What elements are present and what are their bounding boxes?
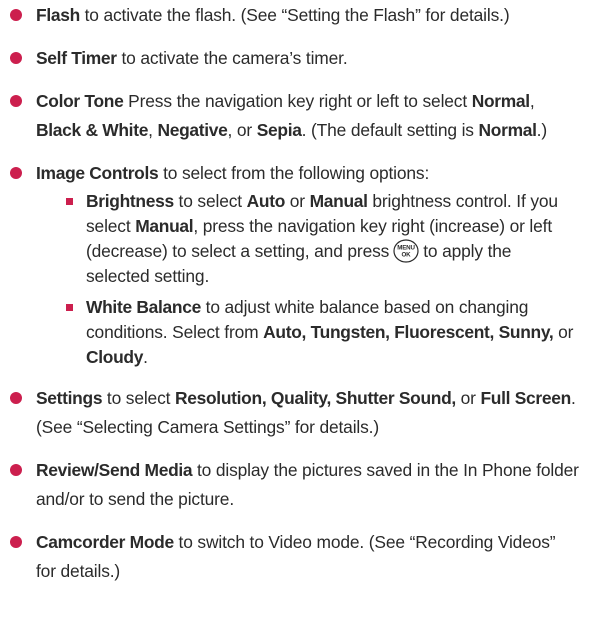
text-fragment: .) — [536, 120, 547, 140]
text-fragment: , — [529, 91, 535, 111]
list-item-color-tone: Color Tone Press the navigation key righ… — [10, 87, 579, 145]
text-fragment: or — [455, 388, 481, 408]
bullet-dot — [10, 167, 22, 179]
default-option-normal: Normal — [478, 120, 537, 140]
sublist-item-brightness: Brightness to select Auto or Manual brig… — [36, 189, 579, 289]
bullet-dot — [10, 536, 22, 548]
menu-ok-key-icon: MENU OK — [393, 239, 419, 263]
bullet-dot — [10, 95, 22, 107]
description-image-controls: to select from the following options: — [158, 163, 430, 183]
option-negative: Negative — [157, 120, 228, 140]
option-auto: Auto — [246, 191, 286, 211]
camera-options-list: Flash to activate the flash. (See “Setti… — [10, 1, 579, 586]
text-fragment: or — [285, 191, 310, 211]
text-fragment: to select — [102, 388, 175, 408]
term-camcorder-mode: Camcorder Mode — [36, 532, 174, 552]
text-fragment: to select — [173, 191, 247, 211]
list-item-self-timer: Self Timer to activate the camera’s time… — [10, 44, 579, 73]
options-white-balance: Auto, Tungsten, Fluorescent, Sunny, — [263, 322, 554, 342]
term-brightness: Brightness — [86, 191, 174, 211]
term-settings: Settings — [36, 388, 103, 408]
bullet-square — [66, 304, 73, 311]
option-black-white: Black & White — [36, 120, 149, 140]
term-image-controls: Image Controls — [36, 163, 159, 183]
term-review-send-media: Review/Send Media — [36, 460, 193, 480]
svg-text:MENU: MENU — [397, 245, 415, 252]
option-normal: Normal — [471, 91, 530, 111]
description-flash: to activate the flash. (See “Setting the… — [79, 5, 510, 25]
option-full-screen: Full Screen — [480, 388, 571, 408]
bullet-dot — [10, 464, 22, 476]
sublist-item-white-balance: White Balance to adjust white balance ba… — [36, 295, 579, 370]
manual-page: Flash to activate the flash. (See “Setti… — [0, 0, 589, 586]
bullet-dot — [10, 392, 22, 404]
option-sepia: Sepia — [256, 120, 302, 140]
option-cloudy: Cloudy — [86, 347, 144, 367]
text-fragment: . — [143, 347, 148, 367]
options-settings: Resolution, Quality, Shutter Sound, — [174, 388, 456, 408]
list-item-review-send-media: Review/Send Media to display the picture… — [10, 456, 579, 514]
list-item-camcorder-mode: Camcorder Mode to switch to Video mode. … — [10, 528, 579, 586]
term-white-balance: White Balance — [86, 297, 201, 317]
list-item-flash: Flash to activate the flash. (See “Setti… — [10, 1, 579, 30]
image-controls-sublist: Brightness to select Auto or Manual brig… — [36, 189, 579, 370]
text-fragment: Press the navigation key right or left t… — [123, 91, 472, 111]
bullet-dot — [10, 9, 22, 21]
text-fragment: or — [553, 322, 574, 342]
bullet-dot — [10, 52, 22, 64]
bullet-square — [66, 198, 73, 205]
option-manual: Manual — [309, 191, 368, 211]
svg-text:OK: OK — [402, 252, 412, 259]
option-manual-ref: Manual — [135, 216, 194, 236]
list-item-settings: Settings to select Resolution, Quality, … — [10, 384, 579, 442]
term-self-timer: Self Timer — [36, 48, 117, 68]
description-self-timer: to activate the camera’s timer. — [116, 48, 348, 68]
term-flash: Flash — [36, 5, 80, 25]
text-fragment: , or — [227, 120, 257, 140]
text-fragment: . (The default setting is — [301, 120, 479, 140]
list-item-image-controls: Image Controls to select from the follow… — [10, 159, 579, 370]
term-color-tone: Color Tone — [36, 91, 124, 111]
